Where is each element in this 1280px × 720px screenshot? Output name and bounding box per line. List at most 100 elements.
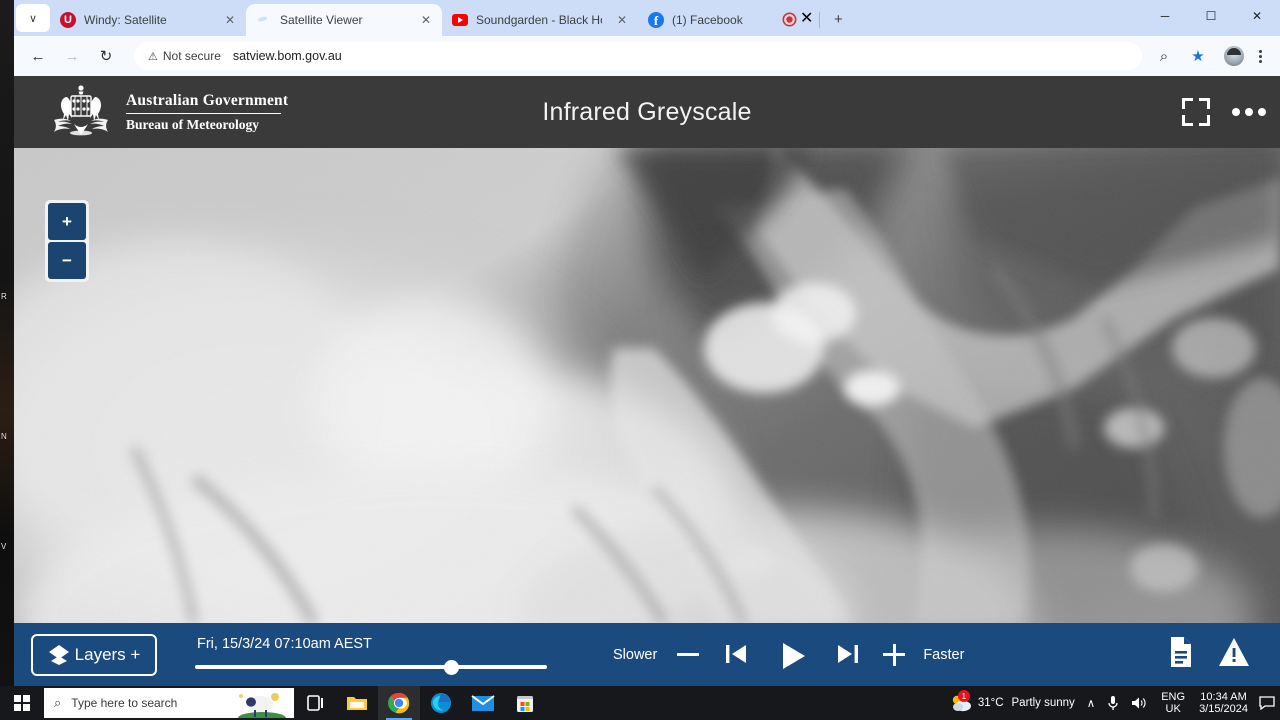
task-view-icon[interactable] (294, 686, 336, 720)
globe-icon (256, 12, 272, 28)
step-back-button[interactable] (719, 640, 753, 670)
language-indicator[interactable]: ENG UK (1153, 691, 1193, 715)
browser-window: ∨ U Windy: Satellite ✕ Satellite Viewer … (14, 0, 1280, 686)
control-bar-right (1168, 636, 1250, 673)
close-window-button[interactable]: ✕ (1234, 0, 1280, 32)
timeline-slider[interactable] (195, 659, 547, 675)
new-tab-button[interactable]: + (826, 7, 850, 31)
tab-strip: ∨ U Windy: Satellite ✕ Satellite Viewer … (14, 0, 1280, 36)
language-line-1: ENG (1161, 691, 1186, 703)
clock-time: 10:34 AM (1200, 691, 1247, 703)
tab-title: Satellite Viewer (280, 13, 363, 27)
security-status[interactable]: ⚠ Not secure (148, 49, 221, 63)
minus-icon[interactable] (677, 653, 700, 656)
warning-triangle-icon: ⚠ (148, 50, 158, 63)
timeline-block: Fri, 15/3/24 07:10am AEST (195, 635, 547, 675)
slider-handle[interactable] (444, 659, 460, 675)
tab-close-icon[interactable]: ✕ (220, 10, 240, 30)
taskbar-search-box[interactable]: ⌕ Type here to search (44, 688, 294, 718)
document-icon[interactable] (1168, 636, 1194, 673)
tab-search-chevron-icon[interactable]: ∨ (16, 4, 50, 32)
tab-title: Soundgarden - Black Hole Sun (476, 13, 602, 27)
tab-satellite-viewer[interactable]: Satellite Viewer ✕ (246, 4, 442, 36)
windy-icon: U (60, 12, 76, 28)
window-controls: ─ ☐ ✕ (1142, 0, 1280, 36)
zoom-in-button[interactable]: + (48, 203, 86, 240)
slower-label: Slower (613, 646, 658, 663)
timestamp-label: Fri, 15/3/24 07:10am AEST (197, 635, 372, 652)
security-label: Not secure (162, 49, 221, 63)
speaker-icon[interactable] (1125, 696, 1153, 710)
forward-icon[interactable]: → (58, 42, 86, 70)
desktop-icon-label: N (1, 432, 7, 441)
show-hidden-icons-button[interactable]: ∧ (1081, 696, 1101, 710)
partly-sunny-icon: 1 (950, 690, 972, 713)
reload-icon[interactable]: ↻ (92, 42, 120, 70)
page-title: Infrared Greyscale (542, 97, 752, 126)
chrome-icon[interactable] (378, 686, 420, 720)
fullscreen-icon[interactable] (1182, 98, 1210, 126)
minimize-button[interactable]: ─ (1142, 0, 1188, 32)
microsoft-store-icon[interactable] (504, 686, 546, 720)
tab-facebook[interactable]: f (1) Facebook (638, 4, 778, 36)
tab-soundgarden[interactable]: Soundgarden - Black Hole Sun ✕ (442, 4, 638, 36)
browser-toolbar: ← → ↻ ⚠ Not secure satview.bom.gov.au ⌕ … (14, 36, 1280, 76)
satellite-map[interactable]: + − (14, 148, 1280, 623)
play-button[interactable] (771, 640, 813, 670)
mail-icon[interactable] (462, 686, 504, 720)
toolbar-right: ⌕ ★ (1150, 42, 1270, 70)
edge-icon[interactable] (420, 686, 462, 720)
search-highlight-illustration (230, 692, 290, 718)
step-forward-button[interactable] (831, 640, 865, 670)
slider-track (195, 664, 547, 669)
header-actions (1182, 98, 1266, 126)
bookmark-star-icon[interactable]: ★ (1184, 42, 1212, 70)
weather-badge: 1 (957, 690, 970, 702)
weather-temp: 31°C (977, 697, 1004, 709)
desktop-background: R N V (0, 0, 14, 686)
url-text: satview.bom.gov.au (232, 49, 342, 63)
layers-icon (48, 644, 70, 666)
microphone-icon[interactable] (1101, 695, 1125, 711)
clock-date: 3/15/2024 (1199, 703, 1248, 715)
zoom-out-button[interactable]: − (48, 242, 86, 279)
browser-menu-icon[interactable] (1250, 49, 1270, 63)
avatar[interactable] (1224, 46, 1244, 66)
player-control-bar: Layers + Fri, 15/3/24 07:10am AEST Slowe… (14, 623, 1280, 686)
playback-controls: Slower Faster (613, 640, 964, 670)
faster-label: Faster (923, 646, 965, 663)
system-tray: 1 31°C Partly sunny ∧ ENG UK 10:34 AM 3/… (944, 686, 1280, 720)
tab-close-icon[interactable]: ✕ (416, 10, 436, 30)
weather-description: Partly sunny (1011, 697, 1075, 709)
layers-label: Layers + (74, 644, 141, 664)
back-icon[interactable]: ← (24, 42, 52, 70)
start-button[interactable] (0, 686, 44, 720)
screen: R N V ∨ U Windy: Satellite ✕ Satellite V… (0, 0, 1280, 720)
site-header: Australian Government Bureau of Meteorol… (14, 76, 1280, 148)
map-zoom-controls: + − (45, 200, 89, 282)
tab-windy-satellite[interactable]: U Windy: Satellite ✕ (50, 4, 246, 36)
weather-widget[interactable]: 1 31°C Partly sunny (944, 690, 1081, 713)
recording-close-icon[interactable]: ✕ (800, 8, 813, 30)
tab-title: Windy: Satellite (84, 13, 167, 27)
plus-icon[interactable] (883, 643, 906, 666)
windows-logo-icon (14, 695, 30, 711)
zoom-icon[interactable]: ⌕ (1150, 42, 1178, 70)
file-explorer-icon[interactable] (336, 686, 378, 720)
tab-close-icon[interactable]: ✕ (612, 10, 632, 30)
desktop-icon-label: V (1, 542, 7, 551)
clock[interactable]: 10:34 AM 3/15/2024 (1193, 691, 1254, 715)
layers-button[interactable]: Layers + (31, 633, 157, 676)
maximize-button[interactable]: ☐ (1188, 0, 1234, 32)
more-options-icon[interactable] (1232, 108, 1266, 116)
facebook-icon: f (648, 12, 664, 28)
desktop-icon-label: R (1, 292, 7, 301)
recording-dot-icon[interactable] (778, 8, 800, 30)
tab-divider (819, 12, 821, 28)
address-bar[interactable]: ⚠ Not secure satview.bom.gov.au (134, 42, 1142, 70)
warning-icon[interactable] (1218, 637, 1250, 672)
notification-icon[interactable] (1254, 686, 1280, 720)
tab-title: (1) Facebook (672, 13, 743, 27)
windows-taskbar: ⌕ Type here to search 1 31°C Partly sunn… (0, 686, 1280, 720)
search-icon: ⌕ (54, 695, 62, 710)
